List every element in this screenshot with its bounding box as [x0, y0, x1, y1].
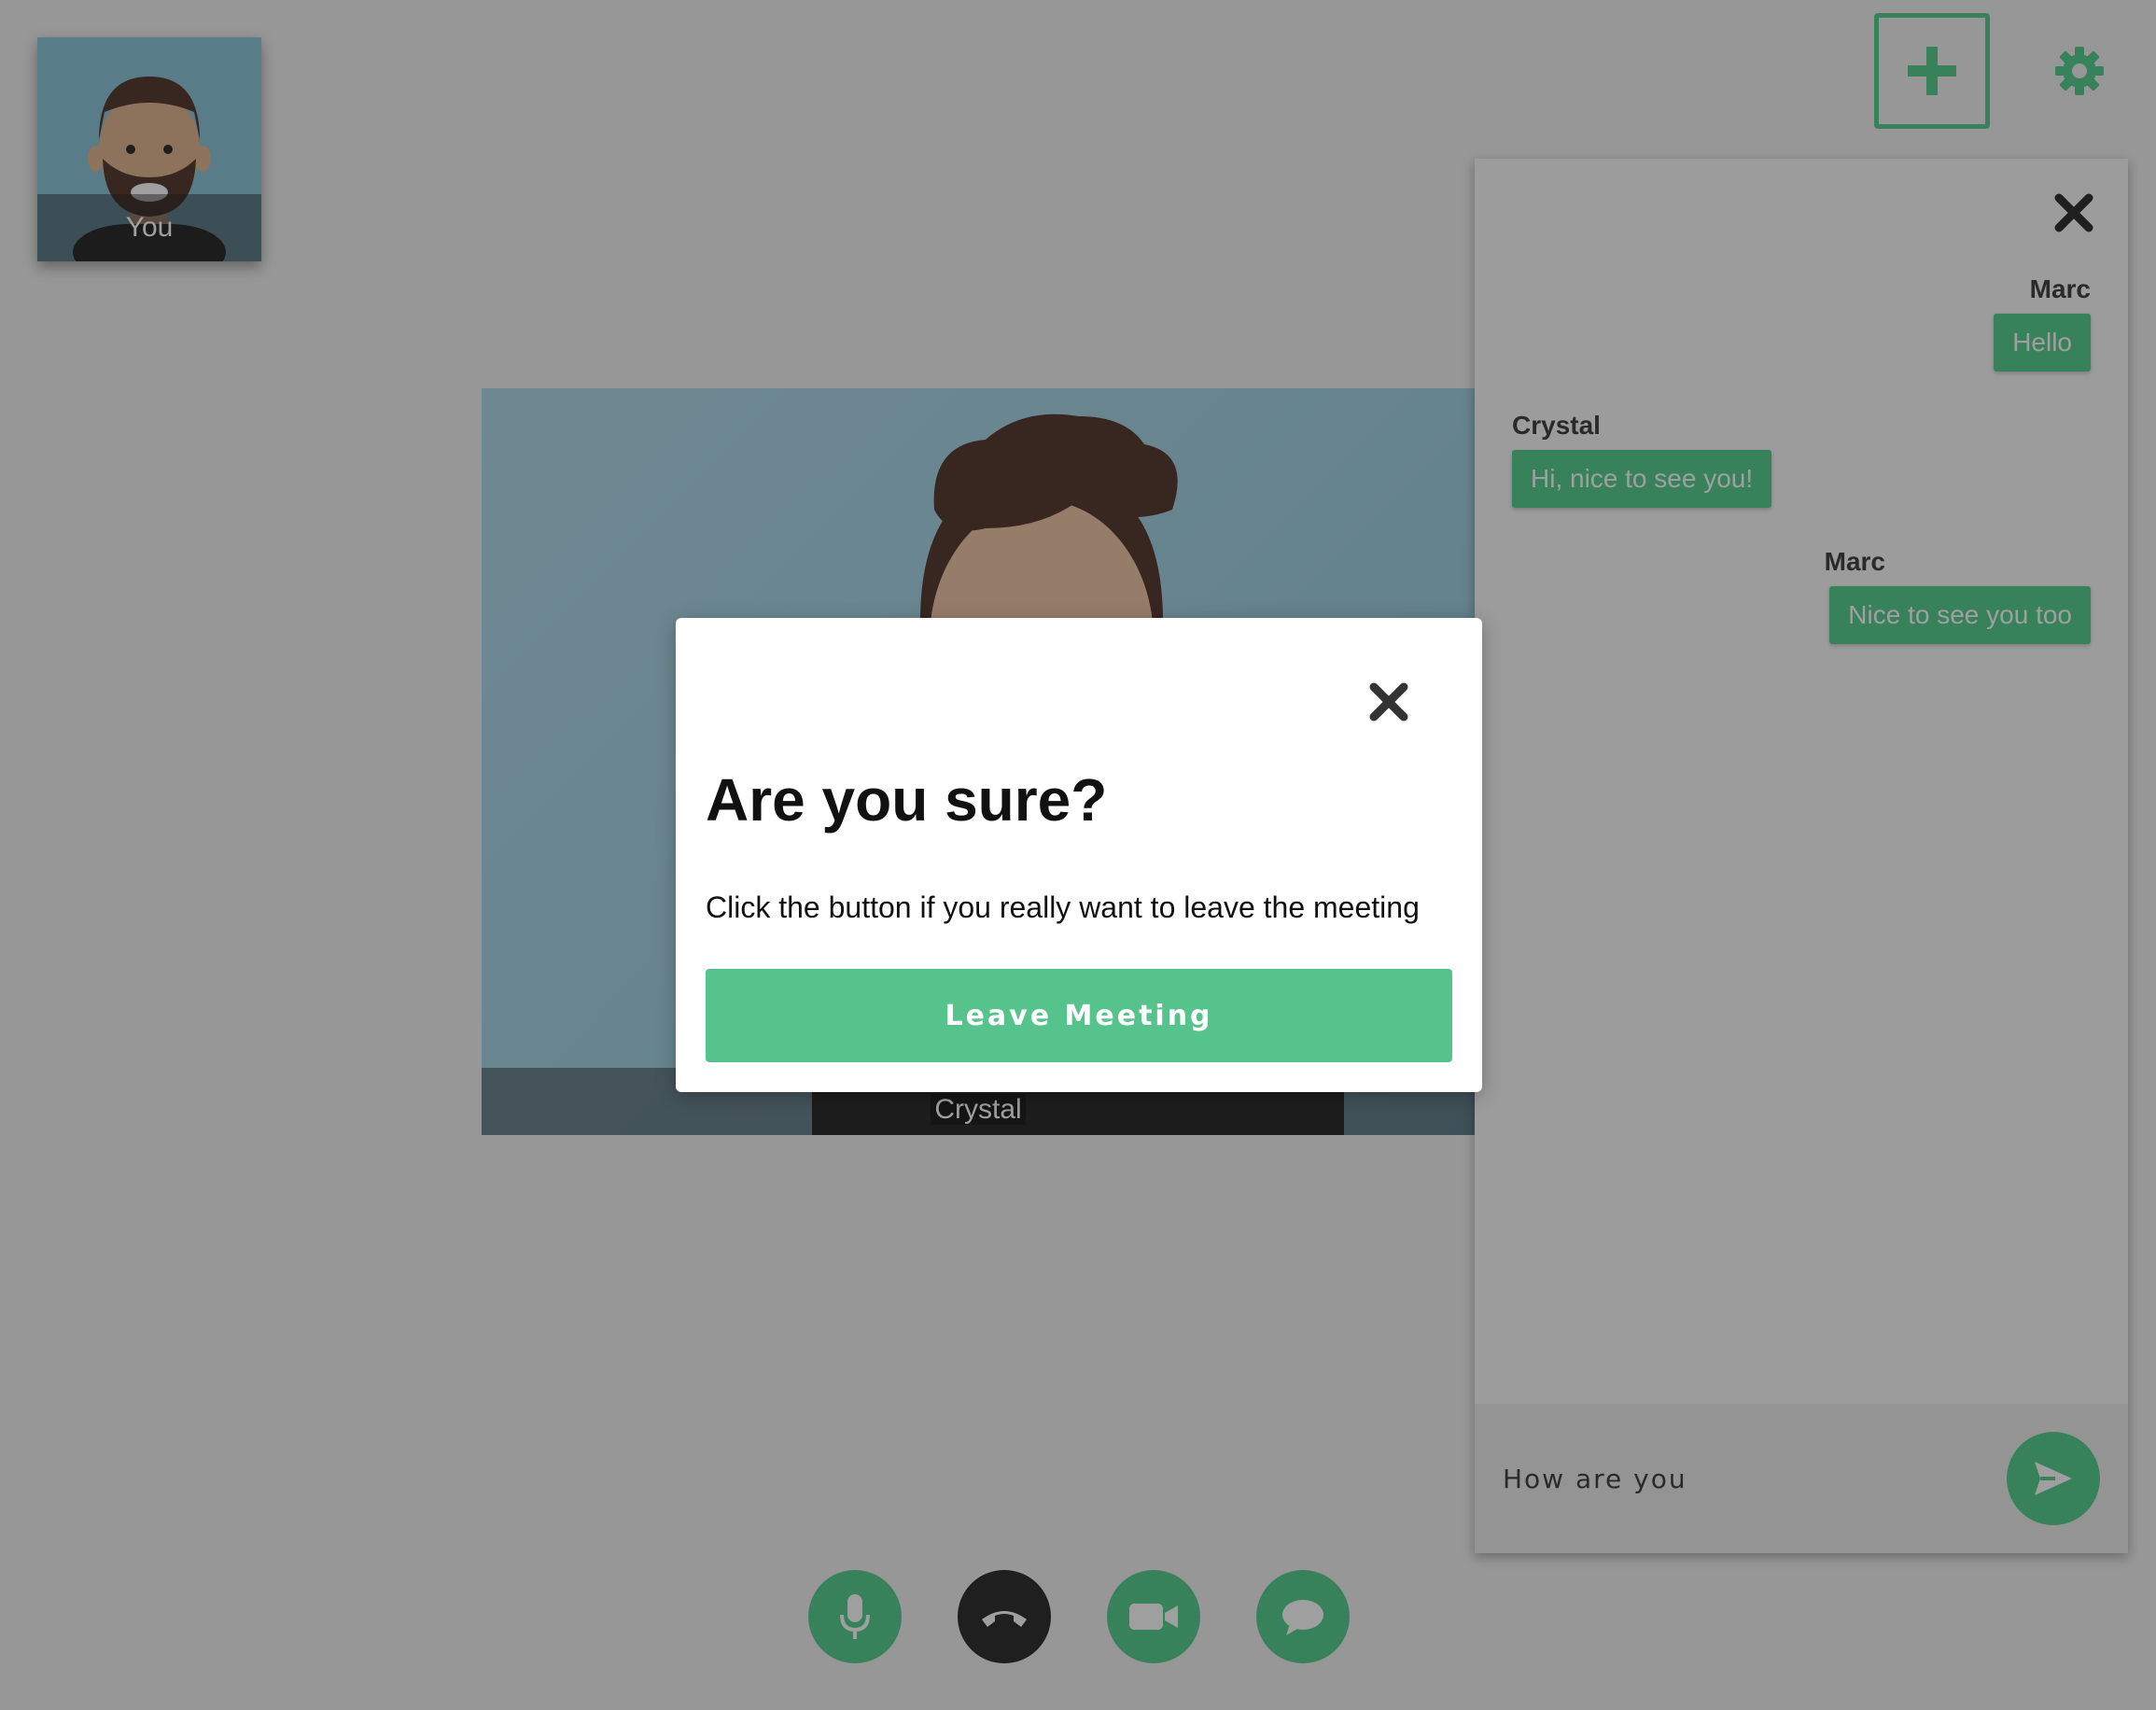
leave-meeting-dialog: Are you sure? Click the button if you re… [676, 618, 1482, 1092]
leave-meeting-button[interactable]: Leave Meeting [706, 969, 1452, 1062]
dialog-close-button[interactable] [1366, 680, 1411, 724]
dialog-title: Are you sure? [706, 766, 1108, 834]
dialog-message: Click the button if you really want to l… [706, 890, 1420, 924]
close-icon [1369, 682, 1408, 722]
